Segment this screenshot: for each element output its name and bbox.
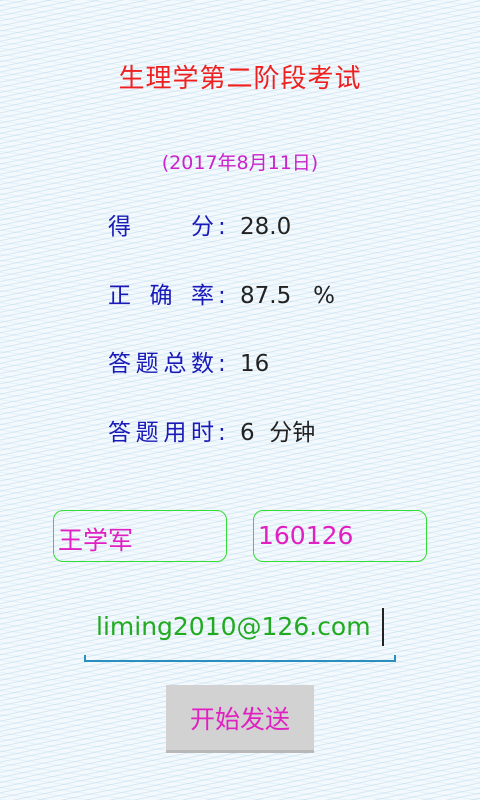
text-cursor [382, 608, 384, 646]
start-send-button[interactable]: 开始发送 [166, 685, 314, 753]
score-value: 28.0 [240, 214, 292, 240]
time-used-label: 答题用时 [108, 420, 214, 446]
exam-result-screen: 生理学第二阶段考试 (2017年8月11日) 得分 : 28.0 正确率 : 8… [0, 0, 480, 800]
email-field-value: liming2010@126.com [96, 612, 371, 641]
exam-date: (2017年8月11日) [161, 152, 319, 174]
exam-title: 生理学第二阶段考试 [118, 64, 362, 94]
student-id-field[interactable]: 160126 [253, 510, 427, 562]
time-used-value: 6 分钟 [240, 420, 316, 446]
score-label: 得分 [108, 214, 214, 240]
name-field-value: 王学军 [58, 526, 134, 555]
total-questions-colon: : [218, 351, 226, 377]
score-colon: : [218, 214, 226, 240]
total-questions-label: 答题总数 [108, 351, 214, 377]
email-underline-right-tick [394, 655, 396, 662]
total-questions-value: 16 [240, 351, 270, 377]
time-used-colon: : [218, 420, 226, 446]
email-underline-left-tick [84, 655, 86, 662]
accuracy-value: 87.5 % [240, 283, 335, 309]
accuracy-colon: : [218, 283, 226, 309]
email-field-underline [84, 660, 396, 662]
student-id-field-value: 160126 [258, 521, 354, 550]
name-field[interactable]: 王学军 [53, 510, 227, 562]
accuracy-label: 正确率 [108, 283, 214, 309]
email-field[interactable]: liming2010@126.com [84, 600, 396, 662]
